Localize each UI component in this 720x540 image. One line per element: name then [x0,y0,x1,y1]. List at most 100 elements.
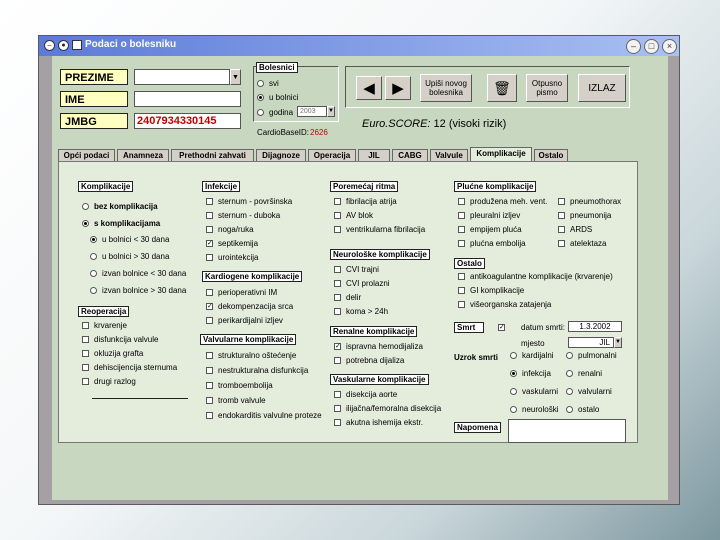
checkbox[interactable] [458,273,465,280]
checkbox[interactable] [206,397,213,404]
radio-godina[interactable] [257,109,264,116]
radio-button[interactable] [510,352,517,359]
checkbox[interactable] [206,226,213,233]
radio-button[interactable] [510,370,517,377]
radio-button[interactable] [566,370,573,377]
year-select[interactable]: 2003 [297,106,327,117]
option-label: višeorganska zatajenja [470,300,552,309]
year-dropdown-icon[interactable]: ▼ [327,106,335,117]
checkbox[interactable] [458,301,465,308]
checkbox[interactable]: ✓ [334,343,341,350]
mjesto-dropdown-icon[interactable]: ▼ [614,337,622,348]
checkbox[interactable] [82,336,89,343]
radio-button[interactable] [566,388,573,395]
checkbox[interactable] [334,419,341,426]
checkbox[interactable] [82,378,89,385]
checkbox[interactable] [334,308,341,315]
next-record-button[interactable]: ▶ [385,76,411,100]
radio-button[interactable] [566,352,573,359]
exit-button[interactable]: IZLAZ [578,74,626,102]
radio-button[interactable] [510,406,517,413]
valv-row: nestrukturalna disfunkcija [206,366,308,375]
checkbox[interactable] [206,367,213,374]
checkbox[interactable] [206,254,213,261]
radio-izvan-lt30[interactable] [90,270,97,277]
mjesto-select[interactable]: JIL [568,337,614,348]
ime-input[interactable] [134,91,241,107]
tab-komplikacije[interactable]: Komplikacije [470,147,532,162]
radio-button[interactable] [566,406,573,413]
neuro-row: CVI prolazni [334,279,390,288]
option-label: neurološki [522,405,559,414]
checkbox[interactable] [82,350,89,357]
checkbox[interactable] [206,382,213,389]
uz2-row: renalni [566,369,602,378]
checkbox[interactable] [334,198,341,205]
checkbox[interactable] [334,294,341,301]
trash-icon: 🗑 [493,79,511,96]
radio-bez-komplikacija-label: bez komplikacija [94,202,158,211]
maximize-icon[interactable]: □ [644,39,659,54]
prezime-dropdown-icon[interactable]: ▼ [230,69,241,85]
pin-icon[interactable]: ● [58,40,69,51]
radio-s-komplikacijama-label: s komplikacijama [94,219,161,228]
prezime-input[interactable] [134,69,230,85]
napomena-title: Napomena [454,422,501,433]
valv-row: tromboembolija [206,381,273,390]
new-patient-button[interactable]: Upiši novog bolesnika [420,74,472,102]
radio-u-bolnici[interactable] [257,94,264,101]
radio-s-komplikacijama[interactable] [82,220,89,227]
valv-row: tromb valvule [206,396,266,405]
checkbox[interactable] [206,412,213,419]
checkbox[interactable] [558,240,565,247]
checkbox[interactable] [82,364,89,371]
smrt-checkbox[interactable]: ✓ [498,324,505,331]
checkbox[interactable] [334,226,341,233]
napomena-input[interactable] [508,419,626,443]
datum-smrti-input[interactable]: 1.3.2002 [568,321,622,332]
radio-u-bolnici-gt30[interactable] [90,253,97,260]
radio-izvan-lt30-label: izvan bolnice < 30 dana [102,269,187,278]
radio-bez-komplikacija[interactable] [82,203,89,210]
checkbox[interactable] [558,212,565,219]
neuro-row: delir [334,293,361,302]
checkbox[interactable] [206,289,213,296]
checkbox[interactable] [334,280,341,287]
radio-u-bolnici-30[interactable] [90,236,97,243]
checkbox[interactable] [206,352,213,359]
prev-record-button[interactable]: ◀ [356,76,382,100]
radio-svi[interactable] [257,80,264,87]
infek-row: sternum - površinska [206,197,292,206]
checkbox[interactable] [558,198,565,205]
checkbox[interactable] [334,405,341,412]
minimize-icon[interactable]: – [626,39,641,54]
checkbox[interactable] [458,287,465,294]
checkbox[interactable] [334,212,341,219]
checkbox[interactable] [558,226,565,233]
checkbox[interactable]: ✓ [206,303,213,310]
checkbox[interactable] [206,317,213,324]
delete-button[interactable]: 🗑 [487,74,517,102]
option-label: akutna ishemija ekstr. [346,418,423,427]
ost-row: višeorganska zatajenja [458,300,551,309]
checkbox[interactable] [206,198,213,205]
option-label: tromboembolija [218,381,273,390]
checkbox[interactable] [458,212,465,219]
checkbox[interactable] [82,322,89,329]
checkbox[interactable] [458,226,465,233]
jmbg-input[interactable]: 2407934330145 [134,113,241,129]
checkbox[interactable] [334,391,341,398]
app-menu-icon[interactable]: – [44,40,55,51]
radio-izvan-gt30[interactable] [90,287,97,294]
radio-button[interactable] [510,388,517,395]
checkbox[interactable] [334,266,341,273]
close-icon[interactable]: × [662,39,677,54]
discharge-letter-button[interactable]: Otpusno pismo [526,74,568,102]
checkbox[interactable] [206,212,213,219]
checkbox[interactable] [458,240,465,247]
option-label: vaskularni [522,387,559,396]
uz1-row: neurološki [510,405,558,414]
checkbox[interactable]: ✓ [206,240,213,247]
checkbox[interactable] [334,357,341,364]
checkbox[interactable] [458,198,465,205]
